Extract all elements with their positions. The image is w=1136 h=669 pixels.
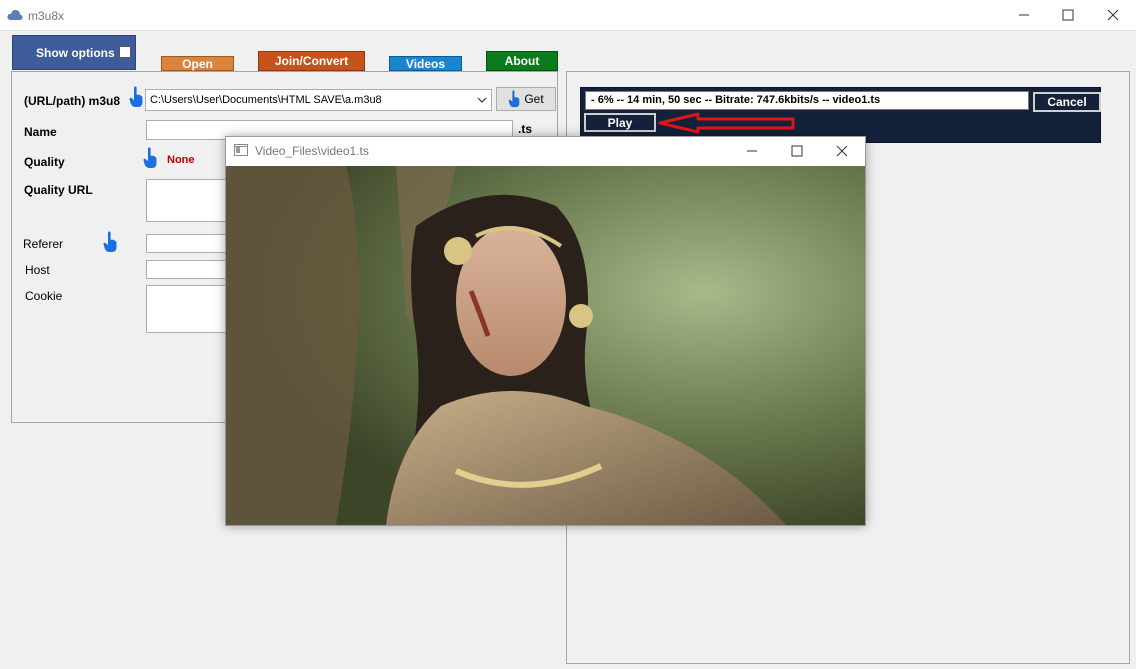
url-value: C:\Users\User\Documents\HTML SAVE\a.m3u8	[150, 94, 382, 106]
url-label: (URL/path) m3u8	[24, 94, 120, 108]
chevron-down-icon[interactable]	[477, 96, 487, 104]
get-button[interactable]: Get	[496, 87, 556, 111]
quality-url-field[interactable]	[146, 179, 236, 222]
maximize-button[interactable]	[1045, 0, 1091, 30]
tab-show-options-label: Show options	[36, 45, 115, 60]
cancel-button[interactable]: Cancel	[1033, 92, 1101, 112]
tab-join-convert[interactable]: Join/Convert	[258, 51, 365, 71]
video-window-title: Video_Files\video1.ts	[255, 144, 369, 158]
tab-open-label: Open	[182, 56, 213, 71]
hand-pointer-icon[interactable]	[143, 147, 157, 169]
url-combobox[interactable]: C:\Users\User\Documents\HTML SAVE\a.m3u8	[145, 89, 492, 111]
referer-field[interactable]	[146, 234, 236, 253]
maximize-icon	[1062, 9, 1074, 21]
hand-pointer-icon	[509, 90, 520, 108]
host-field[interactable]	[146, 260, 236, 279]
cloud-icon	[7, 9, 23, 20]
quality-label: Quality	[24, 155, 65, 169]
tab-about[interactable]: About	[486, 51, 558, 71]
close-icon	[1107, 9, 1119, 21]
cookie-label: Cookie	[25, 289, 63, 303]
minimize-button[interactable]	[1001, 0, 1047, 30]
cancel-button-label: Cancel	[1047, 95, 1087, 109]
hand-pointer-icon[interactable]	[103, 231, 117, 253]
maximize-icon	[791, 145, 803, 157]
tab-videos[interactable]: Videos	[389, 56, 462, 71]
tab-about-label: About	[504, 54, 540, 68]
minimize-icon	[747, 150, 757, 152]
quality-url-label: Quality URL	[24, 183, 93, 197]
tab-videos-label: Videos	[405, 56, 446, 71]
play-button[interactable]: Play	[584, 113, 656, 132]
play-button-label: Play	[607, 115, 633, 130]
tab-open[interactable]: Open	[161, 56, 234, 71]
host-label: Host	[25, 263, 50, 277]
ts-suffix: .ts	[518, 122, 533, 136]
title-bar	[0, 0, 1136, 31]
referer-label: Referer	[23, 237, 64, 251]
minimize-icon	[1019, 14, 1029, 16]
red-arrow-icon	[658, 112, 795, 134]
app-title: m3u8x	[28, 9, 65, 23]
video-frame[interactable]	[226, 166, 865, 525]
window-icon	[234, 144, 248, 156]
close-button[interactable]	[1090, 0, 1136, 30]
get-button-label: Get	[524, 92, 544, 106]
video-close-button[interactable]	[820, 137, 864, 165]
show-options-checkbox[interactable]	[119, 46, 131, 58]
tab-join-convert-label: Join/Convert	[274, 54, 349, 68]
hand-pointer-icon[interactable]	[129, 86, 143, 108]
download-status: - 6% -- 14 min, 50 sec -- Bitrate: 747.6…	[585, 91, 1029, 110]
video-minimize-button[interactable]	[730, 137, 774, 165]
video-maximize-button[interactable]	[775, 137, 819, 165]
tab-show-options[interactable]: Show options	[12, 35, 136, 70]
quality-value: None	[167, 154, 195, 166]
close-icon	[836, 145, 848, 157]
cookie-field[interactable]	[146, 285, 236, 333]
name-label: Name	[24, 125, 57, 139]
